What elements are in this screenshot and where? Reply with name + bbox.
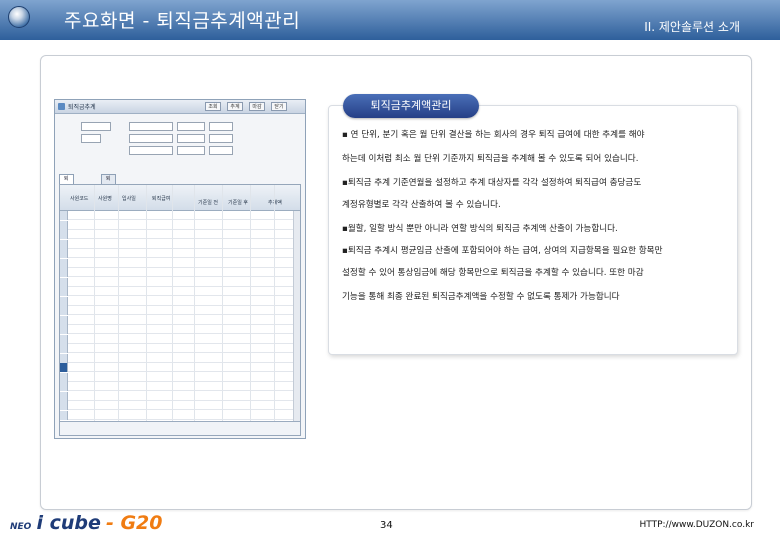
condition-field[interactable]	[209, 134, 233, 143]
row-header	[60, 401, 68, 410]
row-header	[60, 268, 68, 277]
condition-field[interactable]	[209, 146, 233, 155]
table-row[interactable]	[60, 211, 300, 220]
tab-retirement-estimate[interactable]: 퇴직금추계	[59, 174, 74, 218]
condition-field[interactable]	[177, 134, 205, 143]
app-window-titlebar: 퇴직금추계 조회 추계 마감 닫기	[55, 100, 305, 114]
header-bar: 주요화면 - 퇴직금추계액관리 II. 제안솔루션 소개	[0, 0, 780, 40]
description-panel: 퇴직금추계액관리 ▪ 연 단위, 분기 혹은 월 단위 결산을 하는 회사의 경…	[328, 94, 738, 355]
grid-header-cell: 기준일 전	[198, 200, 218, 206]
table-row[interactable]	[60, 239, 300, 249]
table-row[interactable]	[60, 410, 300, 420]
condition-field[interactable]	[129, 134, 173, 143]
neo-icube-logo: NEO i cube - G20	[10, 512, 162, 534]
table-row[interactable]	[60, 306, 300, 315]
row-header	[60, 391, 68, 401]
description-line: ▪퇴직금 추계 기준연월을 설정하고 추계 대상자를 각각 설정하여 퇴직급여 …	[342, 178, 642, 188]
tab-retirement-estimate-status[interactable]: 퇴직금추계현황	[101, 174, 116, 236]
table-row[interactable]	[60, 258, 300, 268]
bullet-orb-icon	[8, 6, 30, 28]
condition-field[interactable]	[129, 146, 173, 155]
grid-header-cell: 입사일	[122, 196, 136, 202]
toolbar-button-search[interactable]: 조회	[205, 102, 221, 111]
table-row[interactable]	[60, 268, 300, 277]
row-header	[60, 239, 68, 249]
toolbar-button-estimate[interactable]: 추계	[227, 102, 243, 111]
condition-field[interactable]	[129, 122, 173, 131]
table-row[interactable]	[60, 325, 300, 334]
row-header	[60, 220, 68, 230]
row-header	[60, 249, 68, 258]
row-header	[60, 334, 68, 344]
app-window-title: 퇴직금추계	[68, 104, 96, 111]
table-row[interactable]	[60, 230, 300, 239]
logo-g20: - G20	[105, 512, 163, 534]
table-row[interactable]	[60, 353, 300, 363]
table-row[interactable]	[60, 277, 300, 287]
page-title: 주요화면 - 퇴직금추계액관리	[64, 10, 301, 32]
row-header	[60, 211, 68, 220]
description-line: 하는데 이처럼 최소 월 단위 기준까지 퇴직금을 추계해 볼 수 있도록 되어…	[342, 154, 639, 164]
description-title: 퇴직금추계액관리	[343, 94, 479, 118]
page-number: 34	[380, 520, 393, 531]
table-row[interactable]	[60, 382, 300, 391]
row-header	[60, 315, 68, 325]
description-line: ▪월할, 일할 방식 뿐만 아니라 연할 방식의 퇴직금 추계액 산출이 가능합…	[342, 224, 618, 234]
grid-header-cell: 기준일 후	[228, 200, 248, 206]
row-header	[60, 382, 68, 391]
grid-header-cell: 사원명	[98, 196, 112, 202]
employee-grid: 사원코드 사원명 입사일 퇴직급여 기준일 전 기준일 후 추계액	[59, 184, 301, 436]
condition-field[interactable]	[177, 146, 205, 155]
table-row[interactable]	[60, 334, 300, 344]
table-row[interactable]	[60, 220, 300, 230]
row-header	[60, 296, 68, 306]
toolbar-button-exit[interactable]: 닫기	[271, 102, 287, 111]
logo-neo: NEO	[10, 522, 32, 532]
logo-icube: i cube	[36, 512, 101, 534]
row-header	[60, 344, 68, 353]
table-row[interactable]	[60, 391, 300, 401]
grid-header-cell: 사원코드	[70, 196, 89, 202]
row-header	[60, 258, 68, 268]
row-header	[60, 277, 68, 287]
condition-field[interactable]	[209, 122, 233, 131]
description-line: ▪ 연 단위, 분기 혹은 월 단위 결산을 하는 회사의 경우 퇴직 급여에 …	[342, 130, 645, 140]
condition-field[interactable]	[81, 122, 111, 131]
description-line: 설정할 수 있어 통상임금에 해당 항목만으로 퇴직금을 추계할 수 있습니다.…	[342, 268, 644, 278]
grid-header-cell: 퇴직급여	[152, 196, 171, 202]
row-header	[60, 325, 68, 334]
table-row[interactable]	[60, 401, 300, 410]
description-line: 기능을 통해 최종 완료된 퇴직금추계액을 수정할 수 없도록 통제가 가능합니…	[342, 292, 620, 302]
table-row[interactable]	[60, 363, 300, 372]
row-header	[60, 410, 68, 420]
grid-footer	[60, 421, 300, 435]
grid-scrollbar[interactable]	[293, 211, 300, 421]
condition-field[interactable]	[81, 134, 101, 143]
row-header	[60, 363, 68, 372]
row-header	[60, 353, 68, 363]
table-row[interactable]	[60, 296, 300, 306]
toolbar-button-close-period[interactable]: 마감	[249, 102, 265, 111]
description-line: ▪퇴직금 추계시 평균임금 산출에 포함되어야 하는 급여, 상여의 지급항목을…	[342, 246, 663, 256]
table-row[interactable]	[60, 287, 300, 296]
app-screenshot: 퇴직금추계 조회 추계 마감 닫기 퇴직금추계 퇴직금추계현황 사원코드 사원명…	[54, 99, 306, 439]
table-row[interactable]	[60, 315, 300, 325]
grid-header: 사원코드 사원명 입사일 퇴직급여 기준일 전 기준일 후 추계액	[60, 185, 300, 211]
row-header	[60, 306, 68, 315]
app-window-icon	[58, 103, 65, 110]
row-header	[60, 372, 68, 382]
condition-panel	[59, 118, 303, 164]
table-row[interactable]	[60, 344, 300, 353]
row-header	[60, 230, 68, 239]
footer-url: HTTP://www.DUZON.co.kr	[639, 520, 754, 530]
table-row[interactable]	[60, 372, 300, 382]
description-line: 계정유형별로 각각 산출하여 볼 수 있습니다.	[342, 200, 501, 210]
condition-field[interactable]	[177, 122, 205, 131]
row-header	[60, 287, 68, 296]
table-row[interactable]	[60, 249, 300, 258]
section-label: II. 제안솔루션 소개	[644, 20, 740, 34]
